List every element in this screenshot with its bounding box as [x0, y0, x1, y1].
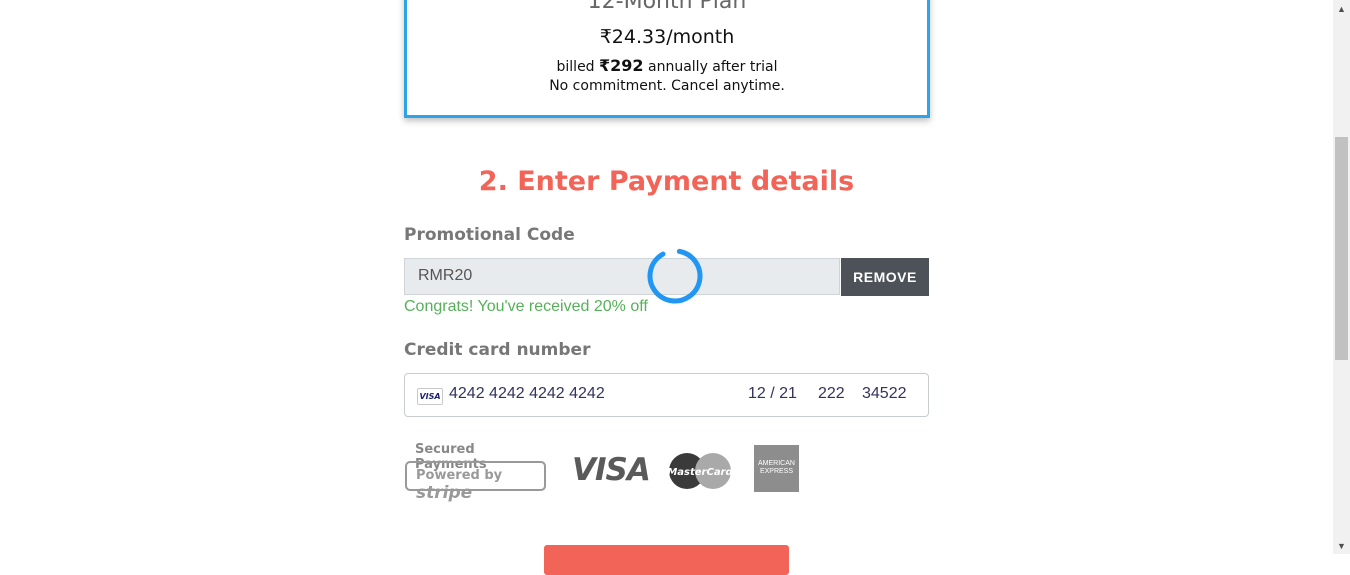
submit-payment-button[interactable] — [544, 545, 789, 575]
page-scrollbar[interactable]: ▲ ▼ — [1333, 0, 1350, 554]
card-label: Credit card number — [404, 340, 591, 360]
card-cvc-input[interactable]: 222 — [818, 385, 845, 403]
promo-label: Promotional Code — [404, 225, 575, 245]
card-expiry-input[interactable]: 12 / 21 — [748, 385, 797, 403]
section-title: 2. Enter Payment details — [478, 166, 855, 197]
powered-by-stripe: Powered by stripe — [405, 461, 546, 503]
mastercard-label: MasterCard — [667, 467, 733, 478]
visa-logo: VISA — [572, 452, 651, 488]
amex-logo: AMERICAN EXPRESS — [754, 445, 799, 492]
plan-billed-amount: ₹292 — [599, 56, 644, 75]
chevron-up-icon[interactable]: ▲ — [1333, 0, 1350, 17]
promo-code-input[interactable]: RMR20 — [404, 258, 840, 295]
scrollbar-thumb[interactable] — [1335, 137, 1348, 360]
plan-note: No commitment. Cancel anytime. — [549, 78, 785, 94]
loading-spinner-icon — [647, 248, 703, 304]
amex-line2: EXPRESS — [759, 468, 794, 475]
powered-by-text: Powered by — [416, 468, 503, 483]
plan-billed-prefix: billed — [556, 59, 600, 75]
plan-price: ₹24.33/month — [599, 26, 735, 48]
visa-card-brand-icon: VISA — [417, 388, 443, 405]
stripe-logo: stripe — [416, 483, 473, 503]
plan-billed-suffix: annually after trial — [643, 59, 778, 75]
plan-card[interactable]: 12-Month Plan ₹24.33/month billed ₹292 a… — [404, 0, 930, 118]
card-zip-input[interactable]: 34522 — [862, 385, 907, 403]
card-number-input[interactable]: 4242 4242 4242 4242 — [449, 385, 605, 403]
plan-billed: billed ₹292 annually after trial — [407, 56, 927, 75]
stripe-badge: Secured Payments Powered by stripe — [405, 440, 550, 503]
chevron-down-icon[interactable]: ▼ — [1333, 537, 1350, 554]
amex-line1: AMERICAN — [758, 460, 795, 467]
mastercard-logo: MasterCard — [667, 453, 733, 489]
plan-name: 12-Month Plan — [587, 0, 747, 14]
promo-success-message: Congrats! You've received 20% off — [404, 298, 648, 315]
card-input-field[interactable]: VISA 4242 4242 4242 4242 12 / 21 222 345… — [404, 373, 929, 417]
remove-promo-button[interactable]: REMOVE — [841, 258, 929, 296]
